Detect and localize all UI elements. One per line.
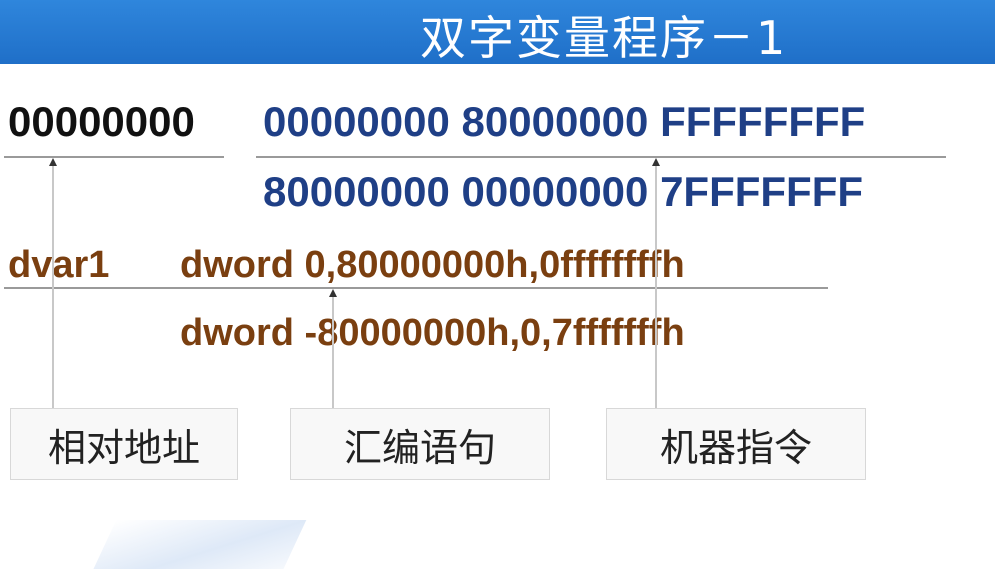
machine-arrow-icon [652, 158, 660, 166]
address-underline [4, 156, 224, 158]
relative-address-value: 00000000 [8, 98, 195, 145]
address-arrow-icon [49, 158, 57, 166]
machine-code-line-2: 80000000 00000000 7FFFFFFF [263, 168, 864, 215]
assembly-line-1: dword 0,80000000h,0ffffffffh [180, 244, 685, 286]
address-connector-line [52, 166, 54, 408]
slide-title: 双字变量程序－1 [420, 11, 788, 65]
slide: 双字变量程序－1 00000000 00000000 80000000 FFFF… [0, 0, 995, 569]
assembly-line-2: dword -80000000h,0,7fffffffh [180, 312, 685, 354]
machine-code-line-1: 00000000 80000000 FFFFFFFF [263, 98, 866, 145]
assembly-arrow-icon [329, 289, 337, 297]
assembly-underline [4, 287, 828, 289]
title-bar: 双字变量程序－1 [0, 0, 995, 65]
machine-connector-line [655, 166, 657, 408]
machine-code-underline [256, 156, 946, 158]
assembly-statement-label: 汇编语句 [290, 408, 550, 480]
assembly-connector-line [332, 296, 334, 408]
decorative-graphic [83, 520, 307, 569]
relative-address-label: 相对地址 [10, 408, 238, 480]
variable-name: dvar1 [8, 244, 110, 286]
machine-instruction-label: 机器指令 [606, 408, 866, 480]
